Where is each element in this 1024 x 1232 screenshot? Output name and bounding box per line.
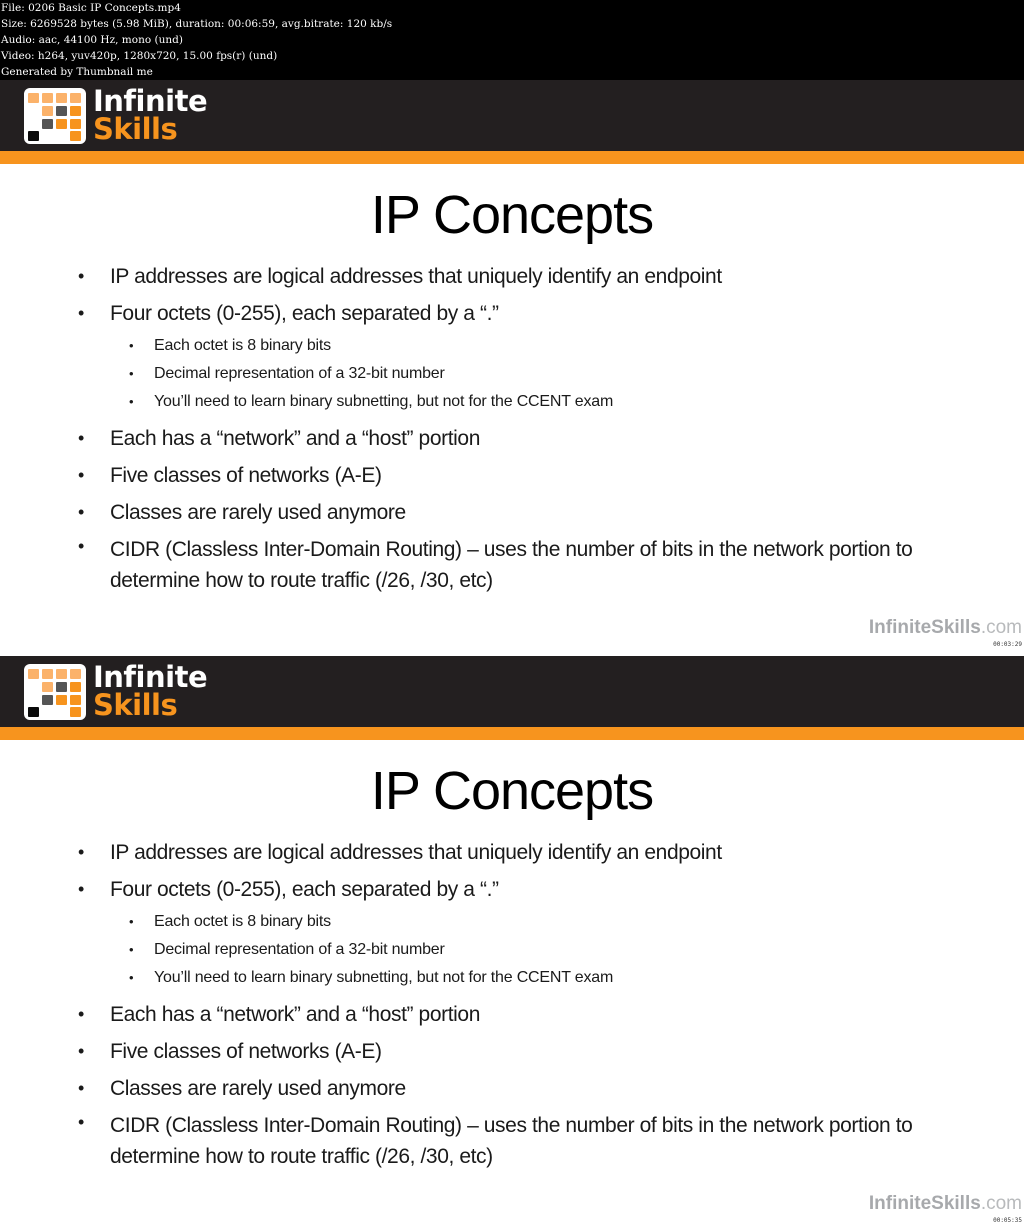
infinite-skills-logo-icon: [24, 664, 86, 720]
brand-name-line2: Skills: [93, 688, 178, 722]
footer-watermark: InfiniteSkills.com: [869, 1193, 1022, 1215]
video-frame-1: Infinite Skills IP Concepts • IP addresse…: [0, 80, 1024, 656]
bullet-list: • IP addresses are logical addresses that…: [0, 258, 1024, 596]
sub-bullet-text: You’ll need to learn binary subnetting, …: [154, 969, 614, 986]
bullet-icon: •: [129, 394, 134, 409]
sub-bullet-text: Each octet is 8 binary bits: [154, 913, 331, 930]
bullet-icon: •: [78, 1041, 84, 1061]
bullet-text: Each has a “network” and a “host” portio…: [110, 427, 480, 450]
bullet-icon: •: [78, 266, 84, 286]
video-frame-2: Infinite Skills IP Concepts • IP addresse…: [0, 656, 1024, 1232]
footer-watermark: InfiniteSkills.com: [869, 617, 1022, 639]
sub-bullet-item: • Decimal representation of a 32-bit numb…: [0, 360, 1024, 388]
generator-line: Generated by Thumbnail me: [1, 66, 153, 78]
frame-timestamp: 00:05:35: [993, 1217, 1022, 1224]
sub-bullet-item: • You’ll need to learn binary subnetting,…: [0, 388, 1024, 416]
bullet-text: Four octets (0-255), each separated by a…: [110, 878, 499, 901]
bullet-icon: •: [129, 366, 134, 381]
bullet-item: • Each has a “network” and a “host” porti…: [0, 996, 1024, 1033]
footer-brand: InfiniteSkills: [868, 1193, 981, 1214]
bullet-item: • CIDR (Classless Inter-Domain Routing) –…: [0, 1107, 950, 1172]
sub-bullet-text: Each octet is 8 binary bits: [154, 337, 331, 354]
bullet-icon: •: [78, 1112, 84, 1132]
file-size-line: Size: 6269528 bytes (5.98 MiB), duration…: [1, 18, 393, 30]
audio-info-line: Audio: aac, 44100 Hz, mono (und): [1, 34, 183, 46]
frame-timestamp: 00:03:29: [993, 641, 1022, 648]
bullet-text: IP addresses are logical addresses that …: [110, 265, 722, 288]
bullet-icon: •: [78, 428, 84, 448]
bullet-item: • Classes are rarely used anymore: [0, 494, 1024, 531]
bullet-item: • Each has a “network” and a “host” porti…: [0, 420, 1024, 457]
sub-bullet-text: You’ll need to learn binary subnetting, …: [154, 393, 614, 410]
orange-accent-bar: [0, 727, 1024, 740]
sub-bullet-item: • Decimal representation of a 32-bit numb…: [0, 936, 1024, 964]
video-info-line: Video: h264, yuv420p, 1280x720, 15.00 fp…: [1, 50, 278, 62]
bullet-text: Five classes of networks (A-E): [110, 1040, 382, 1063]
bullet-text: Each has a “network” and a “host” portio…: [110, 1003, 480, 1026]
bullet-item: • IP addresses are logical addresses that…: [0, 258, 1024, 295]
bullet-icon: •: [78, 842, 84, 862]
sub-bullet-item: • Each octet is 8 binary bits: [0, 332, 1024, 360]
bullet-icon: •: [78, 879, 84, 899]
infinite-skills-logo-icon: [24, 88, 86, 144]
sub-bullet-list: • Each octet is 8 binary bits • Decimal re…: [0, 908, 1024, 996]
footer-brand-suffix: .com: [980, 1193, 1022, 1214]
sub-bullet-text: Decimal representation of a 32-bit numbe…: [154, 941, 445, 958]
bullet-icon: •: [78, 1004, 84, 1024]
slide-title: IP Concepts: [370, 761, 654, 821]
bullet-icon: •: [129, 942, 134, 957]
bullet-text: Five classes of networks (A-E): [110, 464, 382, 487]
slide-header-bar: Infinite Skills: [0, 656, 1024, 727]
bullet-icon: •: [78, 465, 84, 485]
bullet-icon: •: [78, 303, 84, 323]
bullet-icon: •: [129, 970, 134, 985]
file-name-line: File: 0206 Basic IP Concepts.mp4: [1, 2, 181, 14]
bullet-item: • IP addresses are logical addresses that…: [0, 834, 1024, 871]
bullet-item: • Five classes of networks (A-E): [0, 457, 1024, 494]
bullet-item: • CIDR (Classless Inter-Domain Routing) –…: [0, 531, 950, 596]
slide-header-bar: Infinite Skills: [0, 80, 1024, 151]
bullet-icon: •: [78, 536, 84, 556]
sub-bullet-item: • You’ll need to learn binary subnetting,…: [0, 964, 1024, 992]
brand-name-line2: Skills: [93, 112, 178, 146]
sub-bullet-item: • Each octet is 8 binary bits: [0, 908, 1024, 936]
sub-bullet-text: Decimal representation of a 32-bit numbe…: [154, 365, 445, 382]
bullet-icon: •: [78, 502, 84, 522]
video-info-header: File: 0206 Basic IP Concepts.mp4 Size: 6…: [0, 0, 1024, 80]
bullet-item: • Four octets (0-255), each separated by …: [0, 871, 1024, 908]
bullet-list: • IP addresses are logical addresses that…: [0, 834, 1024, 1172]
slide-title: IP Concepts: [370, 185, 654, 245]
bullet-icon: •: [129, 914, 134, 929]
bullet-text: CIDR (Classless Inter-Domain Routing) – …: [110, 538, 913, 592]
footer-brand: InfiniteSkills: [868, 617, 981, 638]
orange-accent-bar: [0, 151, 1024, 164]
bullet-item: • Five classes of networks (A-E): [0, 1033, 1024, 1070]
bullet-text: Four octets (0-255), each separated by a…: [110, 302, 499, 325]
bullet-item: • Four octets (0-255), each separated by …: [0, 295, 1024, 332]
bullet-text: Classes are rarely used anymore: [110, 501, 406, 524]
bullet-icon: •: [78, 1078, 84, 1098]
bullet-text: Classes are rarely used anymore: [110, 1077, 406, 1100]
footer-brand-suffix: .com: [980, 617, 1022, 638]
sub-bullet-list: • Each octet is 8 binary bits • Decimal re…: [0, 332, 1024, 420]
bullet-item: • Classes are rarely used anymore: [0, 1070, 1024, 1107]
bullet-text: IP addresses are logical addresses that …: [110, 841, 722, 864]
bullet-text: CIDR (Classless Inter-Domain Routing) – …: [110, 1114, 913, 1168]
bullet-icon: •: [129, 338, 134, 353]
